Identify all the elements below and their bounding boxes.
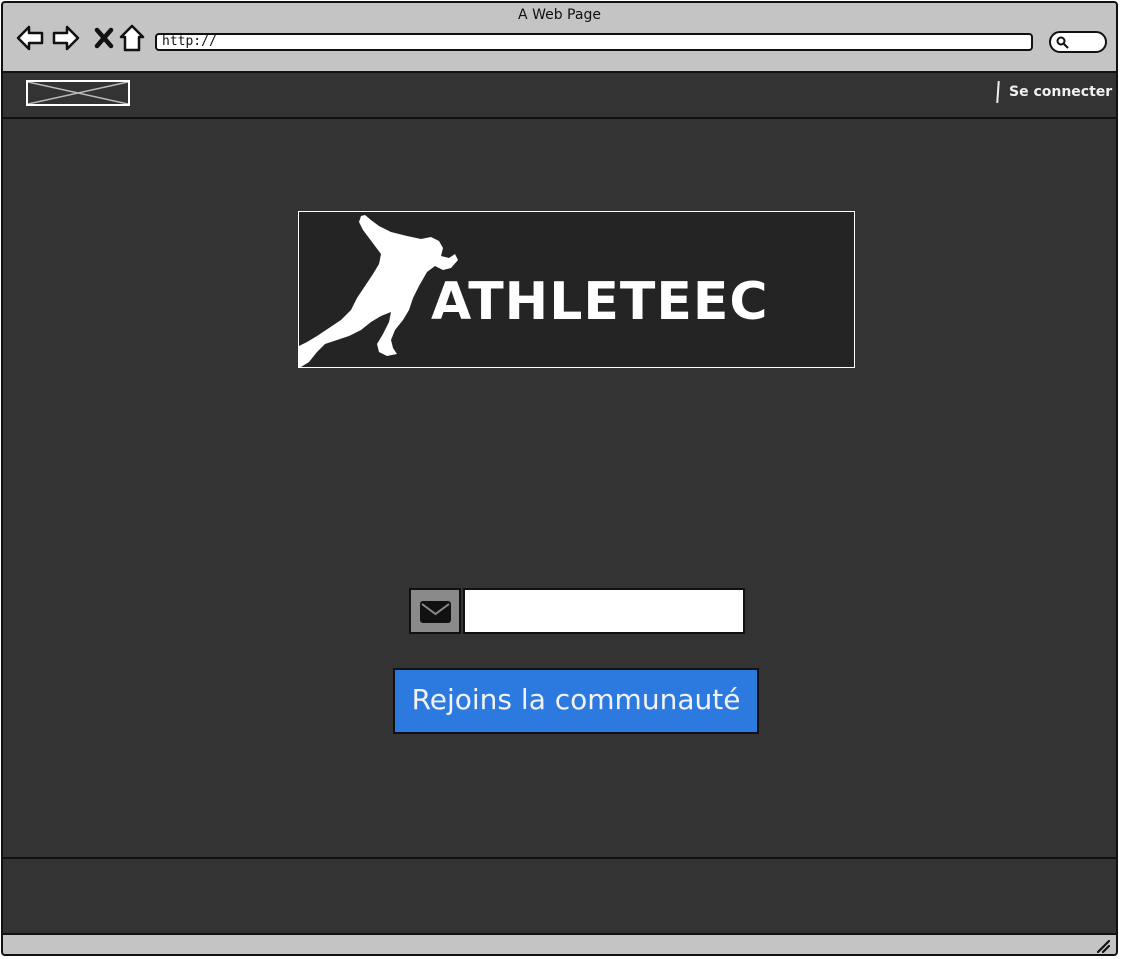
brand-banner: ATHLETEEC bbox=[298, 211, 855, 368]
main-content: ATHLETEEC Rejoins la communauté bbox=[3, 119, 1116, 859]
browser-chrome: A Web Page http:// bbox=[3, 3, 1116, 73]
email-field[interactable] bbox=[463, 588, 745, 634]
join-community-button[interactable]: Rejoins la communauté bbox=[393, 668, 759, 734]
url-bar[interactable]: http:// bbox=[155, 33, 1033, 51]
close-x-icon[interactable] bbox=[89, 23, 119, 53]
browser-window: A Web Page http:// Se connecter ATHLETEE… bbox=[1, 1, 1118, 956]
home-icon[interactable] bbox=[117, 23, 147, 53]
site-footer bbox=[3, 859, 1116, 935]
login-link[interactable]: Se connecter bbox=[1009, 84, 1112, 100]
brand-name: ATHLETEEC bbox=[431, 272, 769, 332]
envelope-icon bbox=[420, 601, 451, 623]
resize-grip-icon[interactable] bbox=[1096, 939, 1110, 953]
browser-status-bar bbox=[3, 935, 1116, 954]
logo-image-placeholder[interactable] bbox=[26, 80, 130, 106]
browser-search-field[interactable] bbox=[1049, 31, 1107, 53]
site-header: Se connecter bbox=[3, 73, 1116, 119]
forward-arrow-icon[interactable] bbox=[51, 23, 81, 53]
search-icon bbox=[1056, 36, 1069, 49]
email-addon bbox=[409, 588, 461, 634]
nav-divider bbox=[996, 80, 1000, 104]
back-arrow-icon[interactable] bbox=[15, 23, 45, 53]
window-title: A Web Page bbox=[518, 7, 601, 23]
